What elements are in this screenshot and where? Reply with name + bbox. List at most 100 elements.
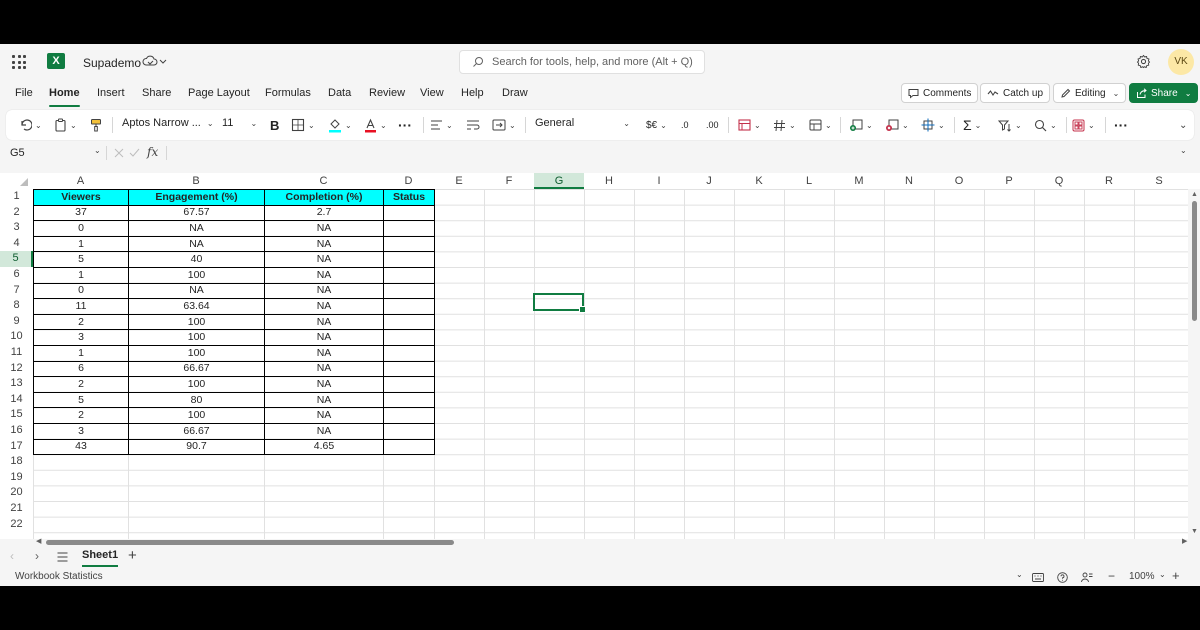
row-header-20[interactable]: 20 [0,485,33,501]
horizontal-scrollbar[interactable]: ◀ ▶ [34,538,1190,546]
data-cell[interactable]: 5 [33,391,129,409]
increase-decimal-button[interactable]: .00 [706,117,719,133]
worksheet-grid[interactable]: ABCDEFGHIJKLMNOPQRS 1 2 3 4 5 6 7 8 9 10 11 12 13 14 1… [0,173,1200,539]
data-cell[interactable]: 5 [33,251,129,268]
add-ins-button[interactable]: ⌄ [1072,117,1095,133]
column-header-e[interactable]: E [434,173,484,189]
zoom-in-button[interactable]: + [1172,568,1180,583]
horizontal-scroll-thumb[interactable] [46,540,454,545]
column-header-r[interactable]: R [1084,173,1134,189]
column-header-b[interactable]: B [128,173,264,189]
row-header-22[interactable]: 22 [0,517,33,533]
column-header-k[interactable]: K [734,173,784,189]
conditional-format-button[interactable]: ⌄ [738,117,761,133]
row-header-8[interactable]: 8 [0,298,33,314]
currency-button[interactable]: $€ ⌄ [646,117,667,133]
data-cell[interactable]: 0 [33,282,129,300]
sheet-tab-sheet1[interactable]: Sheet1 [82,549,119,567]
header-cell[interactable]: Completion (%) [264,189,384,206]
data-cell[interactable]: NA [264,235,384,253]
header-cell[interactable]: Status [383,189,435,206]
accessibility-icon[interactable] [1081,572,1093,583]
document-title[interactable]: Supademo [83,56,141,70]
column-header-j[interactable]: J [684,173,734,189]
font-name-select[interactable]: Aptos Narrow ... ⌄ [122,117,214,129]
catch-up-button[interactable]: Catch up [980,83,1051,103]
data-cell[interactable] [383,235,435,253]
data-cell[interactable]: 100 [128,329,265,346]
data-cell[interactable]: 3 [33,329,129,346]
data-cell[interactable] [383,329,435,346]
data-cell[interactable] [383,313,435,331]
data-cell[interactable]: 6 [33,360,129,378]
search-input[interactable] [492,54,697,70]
row-header-1[interactable]: 1 [0,189,33,205]
data-cell[interactable]: 2.7 [264,204,384,222]
data-cell[interactable] [383,298,435,315]
tab-page-layout[interactable]: Page Layout [188,87,250,99]
row-header-4[interactable]: 4 [0,236,33,252]
data-cell[interactable]: 67.57 [128,204,265,222]
chevron-down-icon[interactable]: ⌄ [1016,570,1023,579]
data-cell[interactable]: 11 [33,298,129,315]
row-header-15[interactable]: 15 [0,407,33,423]
keyboard-icon[interactable] [1032,573,1044,582]
row-header-12[interactable]: 12 [0,361,33,377]
vertical-scrollbar[interactable]: ▲ ▼ [1188,189,1200,539]
data-cell[interactable]: 2 [33,313,129,331]
column-header-f[interactable]: F [484,173,534,189]
scroll-left-icon[interactable]: ◀ [36,537,41,545]
app-launcher-icon[interactable] [12,55,26,69]
data-cell[interactable] [383,282,435,300]
font-color-button[interactable]: ⌄ [364,117,387,133]
data-cell[interactable]: 100 [128,344,265,362]
data-cell[interactable] [383,422,435,440]
avatar[interactable]: VK [1168,49,1194,75]
merge-button[interactable]: ⌄ [492,117,516,133]
tab-insert[interactable]: Insert [97,87,125,99]
help-icon[interactable] [1057,572,1068,583]
clipboard-button[interactable]: ⌄ [54,117,77,133]
data-cell[interactable]: NA [264,266,384,284]
data-cell[interactable]: NA [264,344,384,362]
all-sheets-menu-icon[interactable] [57,552,68,562]
column-header-p[interactable]: P [984,173,1034,189]
row-header-2[interactable]: 2 [0,205,33,221]
vertical-scroll-thumb[interactable] [1192,201,1197,321]
column-header-q[interactable]: Q [1034,173,1084,189]
data-cell[interactable]: 100 [128,407,265,424]
row-header-5[interactable]: 5 [0,251,33,267]
data-cell[interactable] [383,344,435,362]
function-icon[interactable]: fx [147,145,158,159]
data-cell[interactable] [383,204,435,222]
autosum-button[interactable]: Σ ⌄ [963,117,981,133]
data-cell[interactable] [383,391,435,409]
column-header-m[interactable]: M [834,173,884,189]
data-cell[interactable]: 1 [33,235,129,253]
scroll-down-icon[interactable]: ▼ [1191,528,1198,535]
workbook-statistics-button[interactable]: Workbook Statistics [15,571,103,582]
find-button[interactable]: ⌄ [1034,117,1057,133]
data-cell[interactable]: 3 [33,422,129,440]
data-cell[interactable]: 63.64 [128,298,265,315]
select-all-corner[interactable] [20,178,28,186]
row-header-9[interactable]: 9 [0,314,33,330]
data-cell[interactable] [383,360,435,378]
column-header-h[interactable]: H [584,173,634,189]
scroll-up-icon[interactable]: ▲ [1191,191,1198,198]
data-cell[interactable]: NA [264,329,384,346]
tab-share[interactable]: Share [142,87,171,99]
row-header-10[interactable]: 10 [0,329,33,345]
tab-draw[interactable]: Draw [502,87,528,99]
data-cell[interactable]: NA [264,376,384,393]
column-header-g[interactable]: G [534,173,584,189]
row-header-21[interactable]: 21 [0,501,33,517]
chevron-down-icon[interactable]: ⌄ [1180,146,1187,155]
row-header-14[interactable]: 14 [0,392,33,408]
data-cell[interactable]: 100 [128,376,265,393]
tab-formulas[interactable]: Formulas [265,87,311,99]
delete-cells-button[interactable]: ⌄ [885,117,909,133]
format-painter-button[interactable] [90,117,102,133]
column-header-s[interactable]: S [1134,173,1184,189]
data-cell[interactable]: 43 [33,438,129,456]
